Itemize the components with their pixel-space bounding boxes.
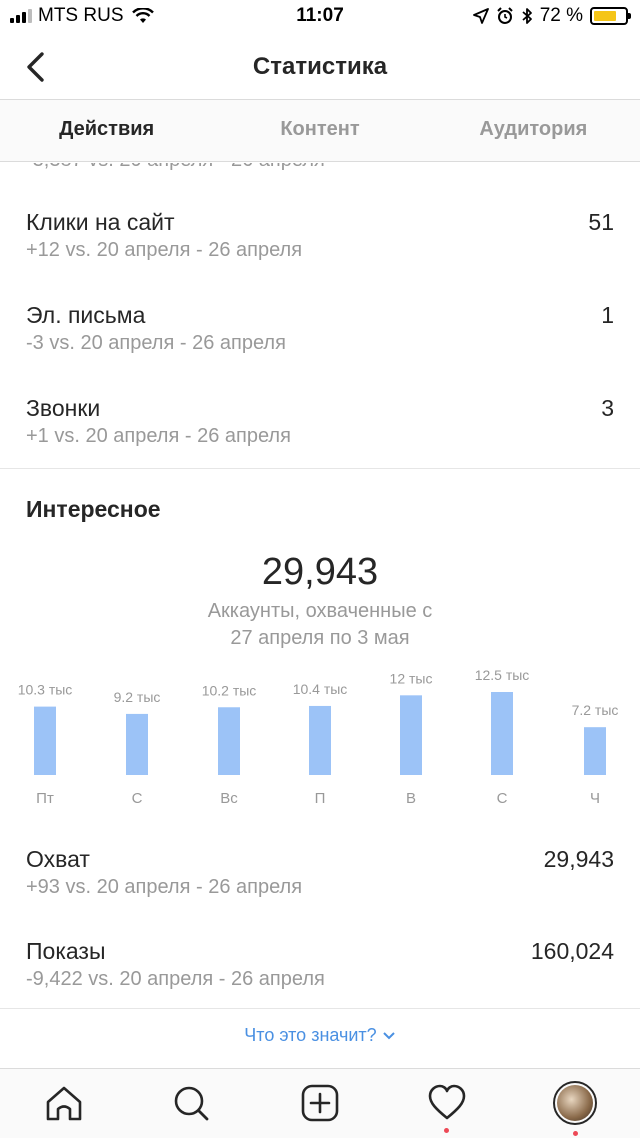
bottom-tab-bar xyxy=(0,1068,640,1138)
chart-bar xyxy=(584,727,606,775)
what-does-this-mean-link[interactable]: Что это значит? xyxy=(0,1025,640,1046)
divider xyxy=(0,1008,640,1009)
chart-category-label: П xyxy=(315,790,326,807)
metric-value: 1 xyxy=(601,302,614,328)
metric-value: 51 xyxy=(588,209,614,235)
chart-data-label: 10.3 тыс xyxy=(18,682,73,698)
metric-label: Клики на сайт xyxy=(26,209,175,235)
avatar-image xyxy=(557,1085,593,1121)
section-title-discovery: Интересное xyxy=(26,496,161,522)
search-icon[interactable] xyxy=(171,1083,211,1123)
chart-data-label: 9.2 тыс xyxy=(114,689,161,705)
chart-category-label: Вс xyxy=(220,790,238,807)
navigation-bar: Статистика xyxy=(0,34,640,100)
chart-category-label: Ч xyxy=(590,790,600,807)
battery-icon xyxy=(590,7,631,25)
metric-calls: Звонки 3 +1 vs. 20 апреля - 26 апреля xyxy=(26,395,614,455)
add-icon[interactable] xyxy=(300,1083,340,1123)
metric-reach: Охват 29,943 +93 vs. 20 апреля - 26 апре… xyxy=(26,846,614,906)
profile-avatar[interactable] xyxy=(553,1081,597,1125)
heart-icon[interactable] xyxy=(427,1083,467,1123)
status-bar: MTS RUS 11:07 72 % xyxy=(0,0,640,34)
reach-bar-chart: 10.3 тыс Пт 9.2 тыс С 10.2 тыс Вс 10.4 тыс П 12 … xyxy=(18,667,619,807)
profile-notification-dot xyxy=(573,1131,578,1136)
metric-compare: -9,422 vs. 20 апреля - 26 апреля xyxy=(26,968,325,990)
chart-bar xyxy=(309,705,331,775)
chart-bar xyxy=(400,695,422,775)
metric-value: 3 xyxy=(601,395,614,421)
metric-website-clicks: Клики на сайт 51 +12 vs. 20 апреля - 26 … xyxy=(26,209,614,269)
reach-caption: Аккаунты, охваченные с 27 апреля по 3 ма… xyxy=(0,598,640,652)
chart-data-label: 10.2 тыс xyxy=(202,682,257,698)
chart-data-label: 7.2 тыс xyxy=(572,702,619,718)
tab-actions[interactable]: Действия xyxy=(0,100,213,161)
reach-caption-line2: 27 апреля по 3 мая xyxy=(230,627,410,649)
reach-total: 29,943 xyxy=(261,551,379,593)
status-icons: 72 % xyxy=(472,5,631,27)
chart-bar xyxy=(126,713,148,775)
page-title: Статистика xyxy=(252,53,388,80)
metric-label: Эл. письма xyxy=(26,302,146,328)
bluetooth-icon xyxy=(522,8,532,24)
metric-compare: +12 vs. 20 апреля - 26 апреля xyxy=(26,239,303,261)
chart-bar xyxy=(491,692,513,775)
chart-category-label: В xyxy=(406,790,416,807)
cut-off-compare-text: -3,387 vs. 20 апреля - 26 апреля xyxy=(26,163,325,172)
help-link-label: Что это значит? xyxy=(244,1025,377,1045)
insights-content[interactable]: -3,387 vs. 20 апреля - 26 апреля Клики н… xyxy=(0,163,640,1067)
alarm-icon xyxy=(496,7,513,24)
metric-compare: +1 vs. 20 апреля - 26 апреля xyxy=(26,425,291,447)
metric-emails: Эл. письма 1 -3 vs. 20 апреля - 26 апрел… xyxy=(26,302,614,362)
battery-fill xyxy=(594,11,616,21)
chart-data-label: 12.5 тыс xyxy=(475,667,530,683)
insights-tabs: Действия Контент Аудитория xyxy=(0,100,640,162)
chart-bar xyxy=(34,706,56,775)
metric-value: 29,943 xyxy=(543,846,614,872)
tab-content[interactable]: Контент xyxy=(213,100,426,161)
divider xyxy=(0,468,640,469)
location-arrow-icon xyxy=(472,8,489,24)
metric-compare: +93 vs. 20 апреля - 26 апреля xyxy=(26,876,303,898)
metric-label: Охват xyxy=(26,846,90,872)
metric-value: 160,024 xyxy=(530,938,614,964)
metric-label: Звонки xyxy=(26,395,101,421)
chevron-down-icon xyxy=(382,1032,395,1040)
metric-compare: -3 vs. 20 апреля - 26 апреля xyxy=(26,332,286,354)
chart-category-label: С xyxy=(132,790,143,807)
metric-impressions: Показы 160,024 -9,422 vs. 20 апреля - 26… xyxy=(26,938,614,998)
chart-data-label: 10.4 тыс xyxy=(293,681,348,697)
chart-bar xyxy=(218,707,240,775)
battery-percent: 72 % xyxy=(539,5,583,26)
metric-label: Показы xyxy=(26,938,106,964)
home-icon[interactable] xyxy=(44,1083,84,1123)
reach-caption-line1: Аккаунты, охваченные с xyxy=(207,600,433,622)
chart-data-label: 12 тыс xyxy=(390,670,433,686)
tab-audience[interactable]: Аудитория xyxy=(427,100,640,161)
activity-notification-dot xyxy=(444,1128,449,1133)
chart-category-label: Пт xyxy=(36,790,54,807)
chart-category-label: С xyxy=(497,790,508,807)
